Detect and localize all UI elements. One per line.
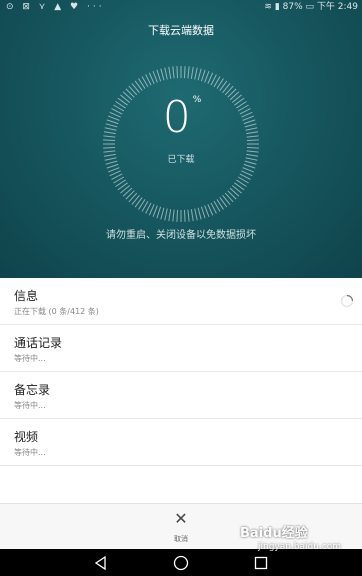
percent-sign: % <box>192 95 202 105</box>
watermark-url: jingyan.baidu.com <box>258 542 342 552</box>
clock: 下午 2:49 <box>316 2 358 12</box>
gauge-tick <box>109 170 121 177</box>
gauge-tick <box>183 66 186 79</box>
gauge-tick <box>148 204 155 216</box>
gauge-tick <box>194 208 198 221</box>
gauge-tick <box>207 72 214 84</box>
gauge-tick <box>160 207 165 220</box>
gauge-tick <box>197 68 202 81</box>
gauge-tick <box>200 206 206 219</box>
item-status: 等待中... <box>14 448 46 457</box>
gauge-tick <box>172 209 175 222</box>
signal-icon: ▮ <box>274 2 280 12</box>
item-status: 等待中... <box>14 354 46 363</box>
percent-value: 0 <box>162 92 191 143</box>
gauge-tick <box>148 72 155 84</box>
warning-text: 请勿重启、关闭设备以免数据损坏 <box>106 230 256 241</box>
recent-square-icon[interactable] <box>252 554 270 572</box>
gauge-tick <box>176 209 179 222</box>
gauge-tick <box>108 167 120 173</box>
downloaded-label: 已下载 <box>167 155 195 165</box>
percent-display: 0% <box>0 95 362 141</box>
gauge-tick <box>183 209 186 222</box>
list-item-memo: 备忘录 等待中... <box>0 372 362 419</box>
gauge-tick <box>190 66 194 79</box>
progress-gauge <box>103 66 259 222</box>
gauge-tick <box>156 69 162 82</box>
status-right: ≋ ▮ 87% ▭ 下午 2:49 <box>264 0 358 14</box>
list-item-call-log: 通话记录 等待中... <box>0 325 362 372</box>
watermark-brand: Baidu经验 <box>240 526 308 541</box>
gauge-tick <box>187 209 190 222</box>
item-title: 信息 <box>14 289 39 303</box>
gauge-tick <box>207 204 214 216</box>
gauge-tick <box>103 146 116 149</box>
download-hero: ⊙ ⊠ ⋎ ▲ ♥ ··· ≋ ▮ 87% ▭ 下午 2:49 下载云端数据 0… <box>0 0 362 278</box>
back-triangle-icon[interactable] <box>92 554 110 572</box>
gauge-tick <box>194 67 198 80</box>
wifi-icon: ≋ <box>264 2 272 12</box>
gauge-tick <box>242 167 254 173</box>
navigation-bar <box>0 549 362 576</box>
gauge-tick <box>172 66 175 79</box>
item-status: 等待中... <box>14 401 46 410</box>
list-item-messages: 信息 正在下载 (0 条/412 条) <box>0 278 362 325</box>
gauge-tick <box>176 66 179 79</box>
list-item-video: 视频 等待中... <box>0 419 362 466</box>
gauge-tick <box>168 209 172 222</box>
gauge-tick <box>241 170 253 177</box>
gauge-tick <box>164 67 168 80</box>
loading-spinner-icon <box>340 294 354 308</box>
item-title: 备忘录 <box>14 383 51 397</box>
battery-icon: ▭ <box>305 2 315 12</box>
gauge-tick <box>190 209 194 222</box>
status-bar: ⊙ ⊠ ⋎ ▲ ♥ ··· ≋ ▮ 87% ▭ 下午 2:49 <box>0 0 362 14</box>
gauge-tick <box>200 69 206 82</box>
gauge-tick <box>164 208 168 221</box>
gauge-tick <box>246 146 259 149</box>
page-title: 下载云端数据 <box>148 24 214 37</box>
data-type-list: 信息 正在下载 (0 条/412 条) 通话记录 等待中... 备忘录 等待中.… <box>0 278 362 466</box>
notification-icons: ⊙ ⊠ ⋎ ▲ ♥ ··· <box>6 2 105 12</box>
close-icon: ✕ <box>174 509 188 528</box>
item-title: 通话记录 <box>14 336 63 350</box>
gauge-tick <box>156 206 162 219</box>
gauge-tick <box>160 68 165 81</box>
cancel-label: 取消 <box>174 535 188 543</box>
gauge-tick <box>187 66 190 79</box>
gauge-tick <box>152 205 158 217</box>
gauge-tick <box>204 205 210 217</box>
home-circle-icon[interactable] <box>172 554 190 572</box>
cancel-button[interactable]: ✕ 取消 <box>151 510 211 548</box>
battery-percent: 87% <box>282 2 303 12</box>
gauge-tick <box>204 71 210 83</box>
gauge-tick <box>168 66 172 79</box>
gauge-tick <box>152 71 158 83</box>
item-title: 视频 <box>14 430 39 444</box>
item-status: 正在下载 (0 条/412 条) <box>14 307 99 316</box>
gauge-tick <box>197 207 202 220</box>
